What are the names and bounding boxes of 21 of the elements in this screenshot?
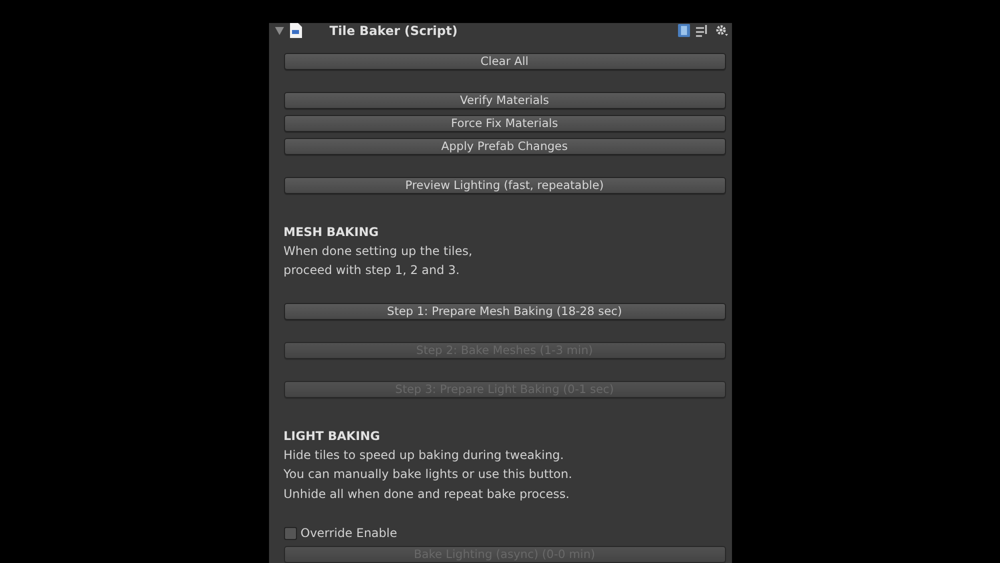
help-text: Unhide all when done and repeat bake process. xyxy=(284,486,570,502)
script-file-icon xyxy=(290,23,302,38)
help-text: You can manually bake lights or use this button. xyxy=(284,466,574,483)
preset-sliders-icon[interactable] xyxy=(696,24,708,37)
help-text: Hide tiles to speed up baking during tweaking. xyxy=(284,446,565,464)
action-button[interactable]: Verify Materials xyxy=(284,92,726,108)
component-title: Tile Baker (Script) xyxy=(330,23,459,38)
settings-icon[interactable] xyxy=(714,24,728,38)
checkbox-label: Override Enable xyxy=(300,526,398,540)
foldout-arrow-icon[interactable] xyxy=(274,26,284,35)
action-button[interactable]: Apply Prefab Changes xyxy=(284,138,726,154)
section-heading: LIGHT BAKING xyxy=(284,428,381,444)
section-heading: MESH BAKING xyxy=(284,224,380,240)
help-text: proceed with step 1, 2 and 3. xyxy=(284,262,461,279)
action-button[interactable]: Force Fix Materials xyxy=(284,114,726,132)
checkbox[interactable] xyxy=(284,526,296,540)
help-book-icon[interactable] xyxy=(678,24,690,38)
help-text: When done setting up the tiles, xyxy=(284,242,474,260)
action-button[interactable]: Step 1: Prepare Mesh Baking (18-28 sec) xyxy=(284,302,726,320)
action-button[interactable]: Preview Lighting (fast, repeatable) xyxy=(284,176,726,194)
action-button[interactable]: Clear All xyxy=(284,52,726,70)
